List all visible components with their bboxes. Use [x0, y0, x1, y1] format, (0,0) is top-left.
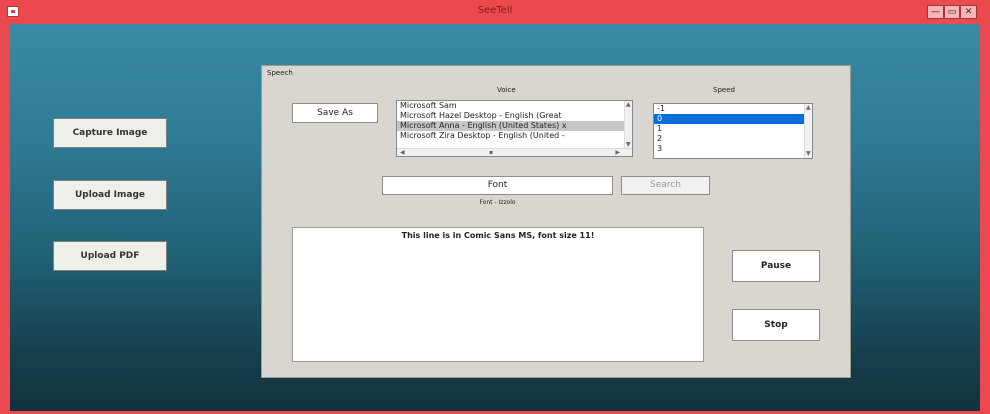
speech-text-area[interactable]: This line is in Comic Sans MS, font size…: [292, 227, 704, 362]
scroll-up-icon[interactable]: ▲: [806, 104, 811, 112]
save-as-button[interactable]: Save As: [292, 103, 378, 123]
speed-option[interactable]: 2: [654, 134, 812, 144]
speed-option-selected[interactable]: 0: [654, 114, 812, 124]
minimize-button[interactable]: —: [927, 5, 944, 19]
voice-option[interactable]: Microsoft Sam: [397, 101, 632, 111]
font-caption: Font - Izzolo: [479, 199, 516, 206]
scroll-thumb-grip-icon[interactable]: ▪: [489, 149, 493, 156]
maximize-button[interactable]: ▭: [944, 5, 960, 19]
speed-label: Speed: [713, 86, 735, 94]
speed-vertical-scrollbar[interactable]: ▲ ▼: [804, 104, 812, 158]
speed-option[interactable]: 3: [654, 144, 812, 154]
capture-image-button[interactable]: Capture Image: [53, 118, 167, 148]
voice-horizontal-scrollbar[interactable]: ◀ ▪ ▶: [397, 148, 632, 156]
speed-option[interactable]: 1: [654, 124, 812, 134]
voice-option[interactable]: Microsoft Hazel Desktop - English (Great: [397, 111, 632, 121]
main-area: Capture Image Upload Image Upload PDF Sp…: [10, 24, 980, 411]
upload-image-button[interactable]: Upload Image: [53, 180, 167, 210]
window-title: SeeTell: [477, 5, 513, 16]
speech-group-label: Speech: [267, 69, 293, 77]
app-window: SeeTell — ▭ ✕ Capture Image Upload Image…: [0, 0, 990, 414]
stop-button[interactable]: Stop: [732, 309, 820, 341]
voice-label: Voice: [497, 86, 516, 94]
voice-option[interactable]: Microsoft Zira Desktop - English (United…: [397, 131, 632, 141]
voice-listbox[interactable]: Microsoft Sam Microsoft Hazel Desktop - …: [396, 100, 633, 157]
font-button[interactable]: Font: [382, 176, 613, 195]
title-bar[interactable]: SeeTell — ▭ ✕: [0, 0, 990, 24]
search-button[interactable]: Search: [621, 176, 710, 195]
close-button[interactable]: ✕: [960, 5, 977, 19]
scroll-right-icon[interactable]: ▶: [615, 149, 620, 156]
pause-button[interactable]: Pause: [732, 250, 820, 282]
voice-option-selected[interactable]: Microsoft Anna - English (United States)…: [397, 121, 632, 131]
speech-panel: Speech Voice Speed Save As Microsoft Sam…: [261, 65, 851, 378]
upload-pdf-button[interactable]: Upload PDF: [53, 241, 167, 271]
text-content: This line is in Comic Sans MS, font size…: [401, 231, 595, 240]
scroll-left-icon[interactable]: ◀: [400, 149, 405, 156]
speed-option[interactable]: -1: [654, 104, 812, 114]
voice-vertical-scrollbar[interactable]: ▲ ▼: [624, 101, 632, 149]
scroll-up-icon[interactable]: ▲: [626, 101, 631, 109]
scroll-down-icon[interactable]: ▼: [806, 150, 811, 158]
speed-listbox[interactable]: -1 0 1 2 3 ▲ ▼: [653, 103, 813, 159]
